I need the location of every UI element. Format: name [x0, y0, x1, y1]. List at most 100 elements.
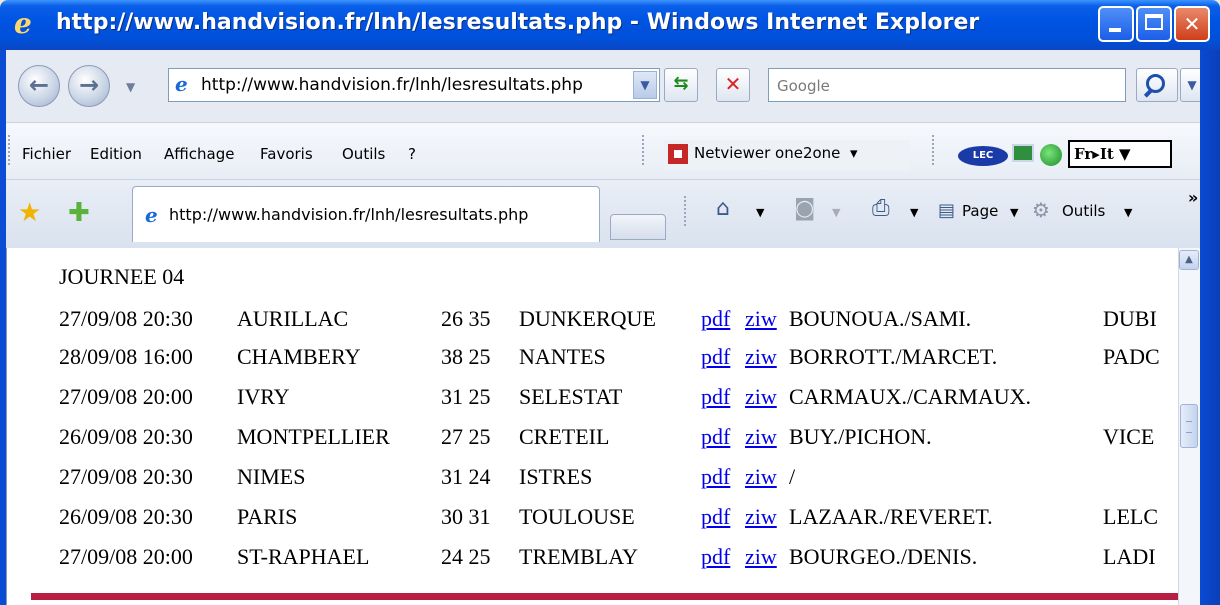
- new-tab-button[interactable]: [610, 214, 666, 240]
- translate-label: Fr▸It: [1074, 145, 1114, 163]
- stop-icon: ✕: [724, 72, 742, 96]
- away-team: CRETEIL: [519, 424, 610, 449]
- netviewer-icon: [668, 144, 688, 164]
- menu-outils[interactable]: Outils: [342, 145, 385, 163]
- delegate: LADI: [1103, 544, 1156, 569]
- menu-favoris[interactable]: Favoris: [260, 145, 313, 163]
- vertical-scrollbar[interactable]: ▲: [1178, 248, 1200, 605]
- address-dropdown-icon[interactable]: ▼: [633, 71, 657, 99]
- close-icon: ✕: [1183, 12, 1201, 36]
- table-row: 26/09/08 20:30 PARIS 30 31 TOULOUSE pdf …: [59, 504, 1179, 540]
- gear-icon[interactable]: ⚙: [1032, 198, 1050, 222]
- address-input[interactable]: http://www.handvision.fr/lnh/lesresultat…: [201, 75, 583, 95]
- search-box[interactable]: Google: [768, 68, 1126, 102]
- ziw-link[interactable]: ziw: [745, 384, 777, 410]
- maximize-button[interactable]: [1136, 6, 1172, 42]
- pdf-link[interactable]: pdf: [701, 384, 730, 410]
- referees: BOUNOUA./SAMI.: [789, 306, 972, 331]
- page-icon: e: [145, 203, 158, 227]
- feed-dropdown-icon[interactable]: ▼: [832, 206, 840, 219]
- translate-dropdown[interactable]: Fr▸It ▼: [1068, 140, 1172, 168]
- title-bar[interactable]: e http://www.handvision.fr/lnh/lesresult…: [0, 0, 1220, 50]
- page-icon: e: [175, 72, 188, 96]
- match-score: 38 25: [441, 344, 491, 369]
- toolbar-grip[interactable]: [684, 196, 689, 226]
- ziw-link[interactable]: ziw: [745, 424, 777, 450]
- tab-active[interactable]: e http://www.handvision.fr/lnh/lesresult…: [132, 186, 600, 242]
- tools-dropdown-icon[interactable]: ▼: [1124, 206, 1132, 219]
- referees: BORROTT./MARCET.: [789, 344, 998, 369]
- forward-button[interactable]: →: [68, 65, 110, 107]
- away-team: DUNKERQUE: [519, 306, 656, 331]
- add-favorites-icon[interactable]: ✚: [68, 200, 90, 226]
- lec-icon[interactable]: LEC: [958, 146, 1008, 166]
- page-menu[interactable]: Page: [962, 202, 998, 220]
- ziw-link[interactable]: ziw: [745, 344, 777, 370]
- referees: CARMAUX./CARMAUX.: [789, 384, 1032, 409]
- ziw-link[interactable]: ziw: [745, 464, 777, 490]
- search-input[interactable]: Google: [777, 77, 830, 95]
- print-icon[interactable]: ⎙: [872, 196, 890, 221]
- toolbar-grip[interactable]: [642, 135, 647, 165]
- globe-icon[interactable]: [1040, 144, 1062, 166]
- pdf-link[interactable]: pdf: [701, 544, 730, 570]
- monitor-icon[interactable]: [1012, 144, 1034, 162]
- referees: /: [789, 464, 796, 489]
- match-date: 27/09/08 20:30: [59, 306, 193, 331]
- address-bar[interactable]: e http://www.handvision.fr/lnh/lesresult…: [168, 68, 660, 102]
- ziw-link[interactable]: ziw: [745, 306, 777, 332]
- toolbar-grip[interactable]: [8, 135, 13, 165]
- toolbar-grip[interactable]: [932, 135, 937, 165]
- tab-title: http://www.handvision.fr/lnh/lesresultat…: [169, 205, 529, 224]
- maximize-icon: [1145, 14, 1163, 30]
- back-arrow-icon: ←: [28, 71, 50, 99]
- page-title: JOURNEE 04: [59, 264, 185, 289]
- recent-pages-dropdown-icon[interactable]: ▼: [126, 80, 135, 94]
- back-button[interactable]: ←: [18, 65, 60, 107]
- pdf-link[interactable]: pdf: [701, 306, 730, 332]
- scroll-thumb[interactable]: [1180, 404, 1198, 448]
- forward-arrow-icon: →: [78, 71, 100, 99]
- minimize-button[interactable]: [1098, 6, 1134, 42]
- pdf-link[interactable]: pdf: [701, 464, 730, 490]
- stop-button[interactable]: ✕: [716, 68, 750, 102]
- ziw-link[interactable]: ziw: [745, 504, 777, 530]
- match-date: 26/09/08 20:30: [59, 504, 193, 529]
- ie-logo-icon: e: [14, 7, 32, 40]
- home-team: NIMES: [237, 464, 306, 489]
- netviewer-button[interactable]: Netviewer one2one ▾: [664, 140, 910, 170]
- favorites-star-icon[interactable]: ★: [18, 200, 41, 226]
- scroll-up-button[interactable]: ▲: [1179, 250, 1199, 270]
- away-team: TOULOUSE: [519, 504, 635, 529]
- search-button[interactable]: [1136, 68, 1178, 102]
- home-dropdown-icon[interactable]: ▼: [756, 206, 764, 219]
- page-menu-icon[interactable]: ▤: [938, 200, 955, 221]
- home-team: CHAMBERY: [237, 344, 361, 369]
- refresh-button[interactable]: ⇆: [664, 68, 698, 102]
- home-team: MONTPELLIER: [237, 424, 390, 449]
- close-button[interactable]: ✕: [1174, 6, 1210, 42]
- ziw-link[interactable]: ziw: [745, 544, 777, 570]
- delegate: DUBI: [1103, 306, 1157, 331]
- menu-edition[interactable]: Edition: [90, 145, 142, 163]
- window-right-border: [1200, 50, 1220, 605]
- menu-affichage[interactable]: Affichage: [164, 145, 234, 163]
- pdf-link[interactable]: pdf: [701, 344, 730, 370]
- home-icon[interactable]: ⌂: [716, 196, 730, 221]
- match-date: 27/09/08 20:30: [59, 464, 193, 489]
- print-dropdown-icon[interactable]: ▼: [910, 206, 918, 219]
- tools-menu[interactable]: Outils: [1062, 202, 1105, 220]
- delegate: PADC: [1103, 344, 1160, 369]
- rss-feed-icon[interactable]: ◙: [794, 196, 815, 221]
- away-team: ISTRES: [519, 464, 593, 489]
- referees: LAZAAR./REVERET.: [789, 504, 993, 529]
- menu-fichier[interactable]: Fichier: [22, 145, 71, 163]
- delegate: VICE: [1103, 424, 1155, 449]
- pdf-link[interactable]: pdf: [701, 504, 730, 530]
- ie-window: e http://www.handvision.fr/lnh/lesresult…: [0, 0, 1220, 605]
- menu-help[interactable]: ?: [408, 145, 416, 163]
- chevron-more-icon[interactable]: »: [1188, 188, 1198, 207]
- page-dropdown-icon[interactable]: ▼: [1010, 206, 1018, 219]
- away-team: SELESTAT: [519, 384, 623, 409]
- pdf-link[interactable]: pdf: [701, 424, 730, 450]
